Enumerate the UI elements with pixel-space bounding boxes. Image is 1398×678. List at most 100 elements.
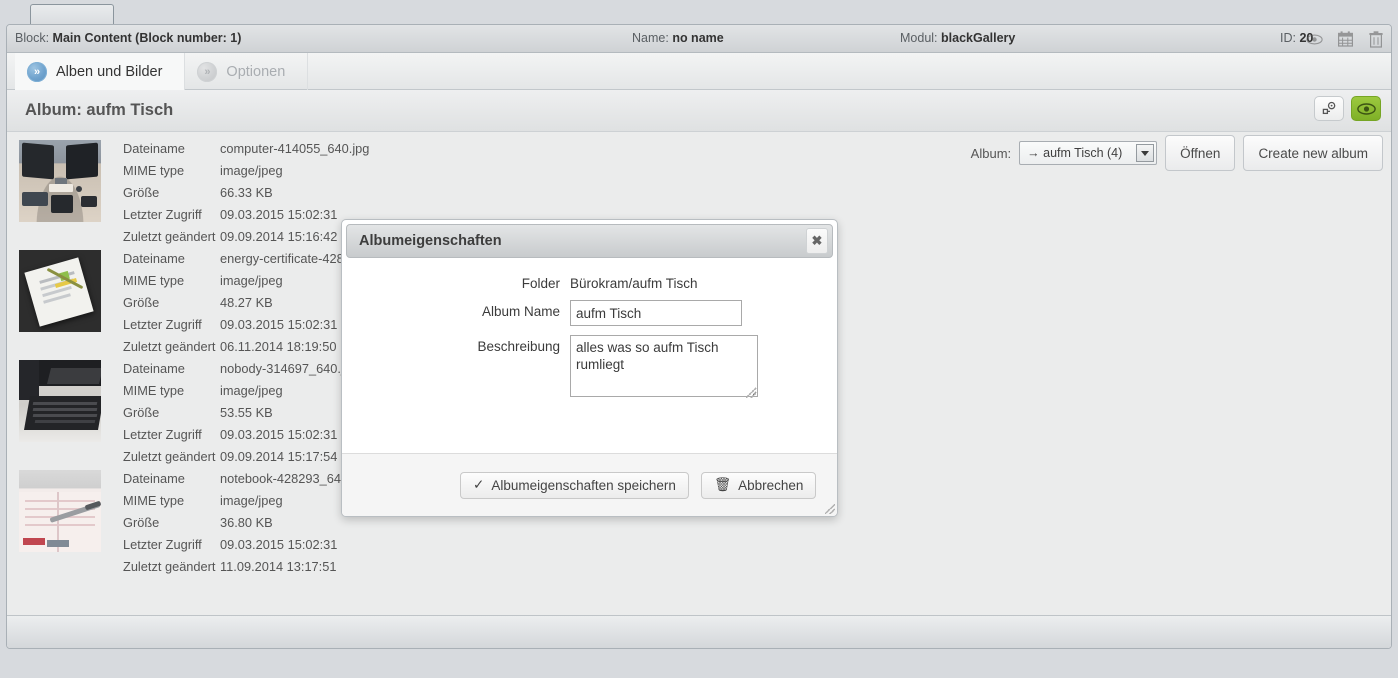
dialog-body: Folder Bürokram/aufm Tisch Album Name Be… (342, 258, 837, 456)
meta-row: Letzter Zugriff 09.03.2015 15:02:31 (123, 204, 369, 226)
meta-key: MIME type (123, 163, 185, 178)
album-properties-dialog: Albumeigenschaften ✖ Folder Bürokram/auf… (341, 219, 838, 517)
save-album-properties-button[interactable]: ✓ Albumeigenschaften speichern (460, 471, 689, 499)
file-metadata: Dateiname notebook-428293_640.jpg MIME ty… (123, 466, 369, 574)
header-modul-value: blackGallery (941, 31, 1016, 45)
meta-key: Dateiname (123, 251, 185, 266)
header-id-label: ID: (1280, 31, 1296, 45)
meta-key: Letzter Zugriff (123, 317, 202, 332)
meta-row: MIME type image/jpeg (123, 380, 358, 402)
meta-key: Größe (123, 185, 160, 200)
album-select[interactable]: → aufm Tisch (4) (1019, 141, 1158, 165)
open-album-button[interactable]: Öffnen (1165, 135, 1236, 171)
meta-row: Zuletzt geändert 11.09.2014 13:17:51 (123, 556, 369, 578)
meta-row: Dateiname nobody-314697_640.jpg (123, 358, 358, 380)
chevron-right-icon: » (197, 61, 218, 82)
meta-row: MIME type image/jpeg (123, 490, 369, 512)
create-new-album-button[interactable]: Create new album (1243, 135, 1383, 171)
cancel-button[interactable]: 🗑 Abbrechen (700, 471, 817, 499)
description-textarea[interactable] (570, 335, 758, 397)
save-button-label: Albumeigenschaften speichern (491, 477, 676, 493)
meta-key: Dateiname (123, 141, 185, 156)
meta-value: image/jpeg (220, 383, 283, 398)
meta-key: Größe (123, 295, 160, 310)
dialog-title: Albumeigenschaften (359, 233, 502, 249)
meta-value: image/jpeg (220, 163, 283, 178)
meta-value: 53.55 KB (220, 405, 273, 420)
thumbnail-image[interactable] (19, 470, 101, 552)
album-select-value: → aufm Tisch (4) (1027, 146, 1123, 160)
meta-value: nobody-314697_640.jpg (220, 361, 359, 376)
meta-key: Dateiname (123, 361, 185, 376)
header-modul-label: Modul: (900, 31, 938, 45)
meta-value: computer-414055_640.jpg (220, 141, 370, 156)
header-block-label: Block: (15, 31, 50, 45)
album-selector-group: Album: → aufm Tisch (4) Öffnen Create ne… (971, 135, 1383, 171)
header-name-label: Name: (632, 31, 669, 45)
panel-bottom-bar (7, 615, 1391, 648)
form-row-folder: Folder Bürokram/aufm Tisch (342, 272, 837, 291)
file-metadata: Dateiname computer-414055_640.jpg MIME ty… (123, 136, 369, 244)
tab-alben-und-bilder-label: Alben und Bilder (56, 63, 163, 80)
thumbnail-image[interactable] (19, 360, 101, 442)
eye-icon (1356, 102, 1376, 115)
meta-value: 09.03.2015 15:02:31 (220, 537, 338, 552)
meta-key: MIME type (123, 383, 185, 398)
block-header-bar: Block: Main Content (Block number: 1) Na… (7, 25, 1391, 53)
dialog-footer: ✓ Albumeigenschaften speichern 🗑 Abbrech… (342, 453, 837, 516)
meta-row: Dateiname computer-414055_640.jpg (123, 138, 369, 160)
header-name-value: no name (672, 31, 724, 45)
form-row-album-name: Album Name (342, 300, 837, 326)
file-metadata: Dateiname nobody-314697_640.jpg MIME type… (123, 356, 358, 464)
calendar-icon[interactable] (1336, 29, 1354, 49)
meta-row: Letzter Zugriff 09.03.2015 15:02:31 (123, 534, 369, 556)
form-row-description: Beschreibung (342, 335, 837, 400)
header-block-value: Main Content (Block number: 1) (52, 31, 242, 45)
window-tab-stub[interactable] (30, 4, 114, 26)
thumbnail-image[interactable] (19, 250, 101, 332)
album-title-bar: Album: aufm Tisch (7, 90, 1391, 132)
tab-alben-und-bilder[interactable]: » Alben und Bilder (15, 53, 186, 90)
tab-optionen[interactable]: » Optionen (185, 53, 309, 90)
eye-icon[interactable] (1305, 29, 1323, 49)
meta-key: MIME type (123, 273, 185, 288)
trash-icon[interactable] (1367, 29, 1385, 49)
album-settings-button[interactable] (1314, 96, 1344, 121)
chevron-down-icon (1136, 144, 1155, 162)
album-name-input[interactable] (570, 300, 742, 326)
album-preview-button[interactable] (1351, 96, 1381, 121)
chevron-right-icon: » (27, 61, 47, 82)
thumbnail-image[interactable] (19, 140, 101, 222)
meta-value: 36.80 KB (220, 515, 273, 530)
header-name-field: Name: no name (632, 31, 724, 45)
meta-key: MIME type (123, 493, 185, 508)
meta-value: 11.09.2014 13:17:51 (220, 559, 337, 574)
trash-icon: 🗑 (713, 477, 732, 492)
meta-key: Letzter Zugriff (123, 537, 202, 552)
meta-key: Dateiname (123, 471, 185, 486)
meta-key: Letzter Zugriff (123, 207, 202, 222)
check-icon: ✓ (473, 477, 485, 492)
header-icon-group (1305, 29, 1385, 49)
app-window: Block: Main Content (Block number: 1) Na… (0, 0, 1398, 678)
gear-icon (1322, 101, 1335, 115)
close-icon[interactable]: ✖ (806, 228, 828, 254)
meta-row: Letzter Zugriff 09.03.2015 15:02:31 (123, 424, 358, 446)
meta-row: Dateiname notebook-428293_640.jpg (123, 468, 369, 490)
folder-value: Bürokram/aufm Tisch (570, 276, 698, 291)
main-panel: Block: Main Content (Block number: 1) Na… (6, 24, 1392, 649)
header-modul-field: Modul: blackGallery (900, 31, 1015, 45)
description-label: Beschreibung (477, 339, 560, 354)
meta-row: Größe 53.55 KB (123, 402, 358, 424)
meta-key: Zuletzt geändert (123, 559, 216, 574)
meta-value: 66.33 KB (220, 185, 273, 200)
meta-value: 09.03.2015 15:02:31 (220, 207, 338, 222)
cancel-button-label: Abbrechen (738, 477, 804, 493)
meta-value: 09.03.2015 15:02:31 (220, 317, 338, 332)
meta-key: Größe (123, 405, 160, 420)
meta-value: 48.27 KB (220, 295, 273, 310)
meta-value: image/jpeg (220, 273, 283, 288)
meta-row: Größe 66.33 KB (123, 182, 369, 204)
tab-bar: » Alben und Bilder » Optionen (7, 53, 1391, 90)
dialog-titlebar[interactable]: Albumeigenschaften ✖ (346, 224, 833, 258)
